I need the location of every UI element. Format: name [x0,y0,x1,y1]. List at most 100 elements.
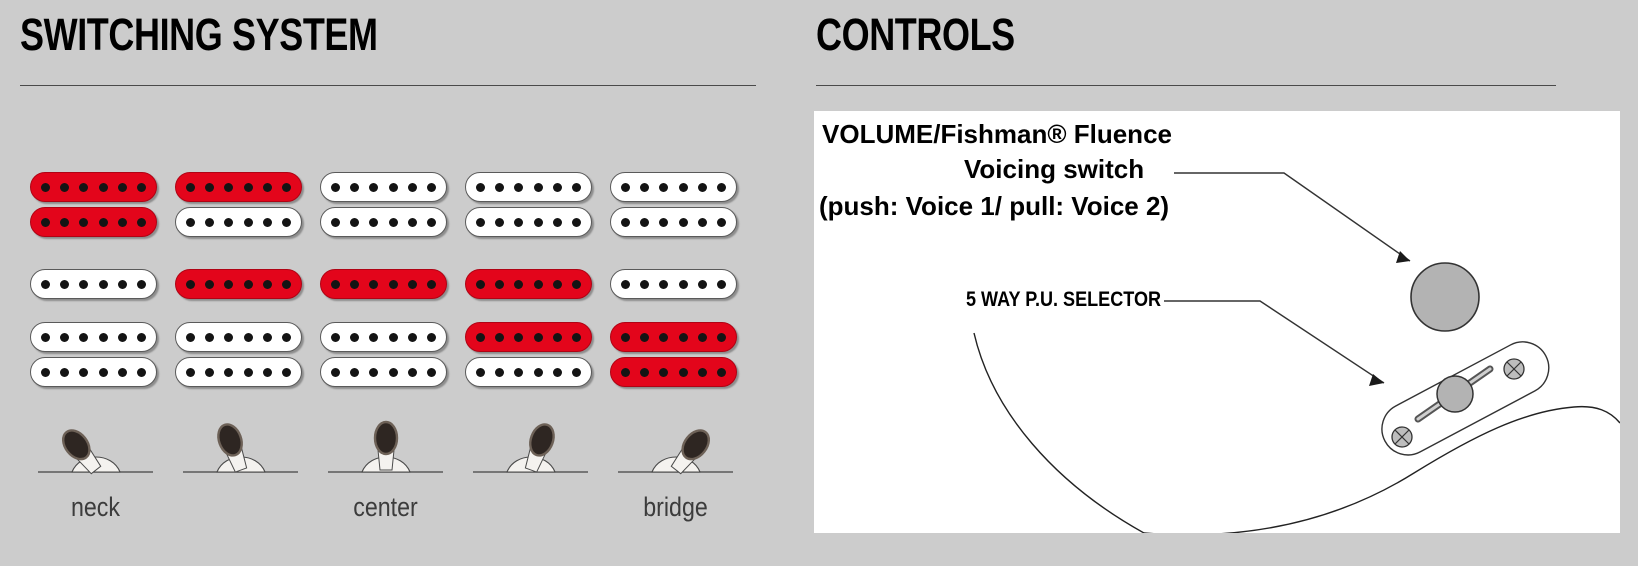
pole-piece [369,279,379,289]
pole-piece [60,182,70,192]
position-label-center: center [353,492,418,522]
pole-piece [98,367,108,377]
pole-piece [79,279,89,289]
pole-piece [262,217,272,227]
pole-piece [186,332,196,342]
pole-piece [640,182,650,192]
pole-piece [186,217,196,227]
selector-lever-position-3[interactable] [320,416,451,486]
leader-arrow-selector [1369,374,1384,386]
pole-piece [60,279,70,289]
pole-piece [426,217,436,227]
pole-piece [697,182,707,192]
pickup-coil-neck-1 [175,172,302,202]
leader-line-selector [1164,300,1385,384]
volume-knob [1410,262,1480,332]
pole-piece [659,367,669,377]
selector-lever-position-4[interactable] [465,416,596,486]
pickup-coil-bridge-1 [465,322,592,352]
body-outline-left [973,332,1145,533]
pole-piece [621,182,631,192]
pole-piece [552,217,562,227]
pole-piece [514,332,524,342]
pole-piece [571,217,581,227]
pole-piece [369,182,379,192]
position-label-neck: neck [70,492,121,522]
pole-piece [243,182,253,192]
pole-piece [41,279,51,289]
pole-piece [136,332,146,342]
pickup-coil-middle-1 [610,269,737,299]
pole-piece [98,217,108,227]
pole-piece [514,279,524,289]
pole-piece [369,217,379,227]
pole-piece [224,279,234,289]
pole-piece [205,217,215,227]
switching-system-title: SWITCHING SYSTEM [20,9,378,60]
selector-lever-position-2[interactable] [175,416,306,486]
pickup-group-neck [30,172,161,237]
pole-piece [476,332,486,342]
pickup-coil-bridge-2 [320,357,447,387]
pickup-group-neck [610,172,741,237]
pickup-group-neck [465,172,596,237]
pickup-column-position-2 [175,172,306,397]
pole-piece [552,367,562,377]
pickup-switching-matrix [30,172,752,397]
pickup-coil-neck-2 [610,207,737,237]
pole-piece [571,367,581,377]
pole-piece [476,367,486,377]
pole-piece [621,367,631,377]
pole-piece [426,279,436,289]
pole-piece [98,332,108,342]
pole-piece [659,217,669,227]
pole-piece [426,367,436,377]
pole-piece [224,367,234,377]
pickup-coil-bridge-1 [320,322,447,352]
pole-piece [640,217,650,227]
pickup-coil-neck-1 [320,172,447,202]
pole-piece [407,279,417,289]
pole-piece [331,367,341,377]
pole-piece [281,279,291,289]
pole-piece [186,367,196,377]
pickup-coil-neck-1 [465,172,592,202]
pole-piece [350,367,360,377]
pickup-column-position-1 [30,172,161,397]
pole-piece [476,217,486,227]
pole-piece [659,182,669,192]
pole-piece [495,279,505,289]
guitar-body-diagram [973,172,1620,533]
pole-piece [533,182,543,192]
pole-piece [388,279,398,289]
pole-piece [117,217,127,227]
pole-piece [369,367,379,377]
pickup-coil-neck-2 [175,207,302,237]
pole-piece [262,182,272,192]
pole-piece [79,367,89,377]
pole-piece [621,332,631,342]
plate-screw-lower [1391,426,1413,448]
pole-piece [697,367,707,377]
pole-piece [571,182,581,192]
selector-lever-position-5[interactable] [610,416,741,486]
pole-piece [136,279,146,289]
pole-piece [117,279,127,289]
pole-piece [331,279,341,289]
pole-piece [41,217,51,227]
pole-piece [60,217,70,227]
pickup-coil-neck-1 [610,172,737,202]
pole-piece [41,367,51,377]
pole-piece [621,217,631,227]
controls-title: CONTROLS [816,9,1015,60]
selector-lever-position-1[interactable] [30,416,161,486]
switching-divider [20,85,756,86]
pole-piece [640,367,650,377]
pole-piece [697,279,707,289]
pickup-group-middle [320,269,451,299]
pickup-coil-bridge-2 [610,357,737,387]
pole-piece [350,182,360,192]
pole-piece [716,279,726,289]
pole-piece [262,367,272,377]
pickup-column-position-4 [465,172,596,397]
